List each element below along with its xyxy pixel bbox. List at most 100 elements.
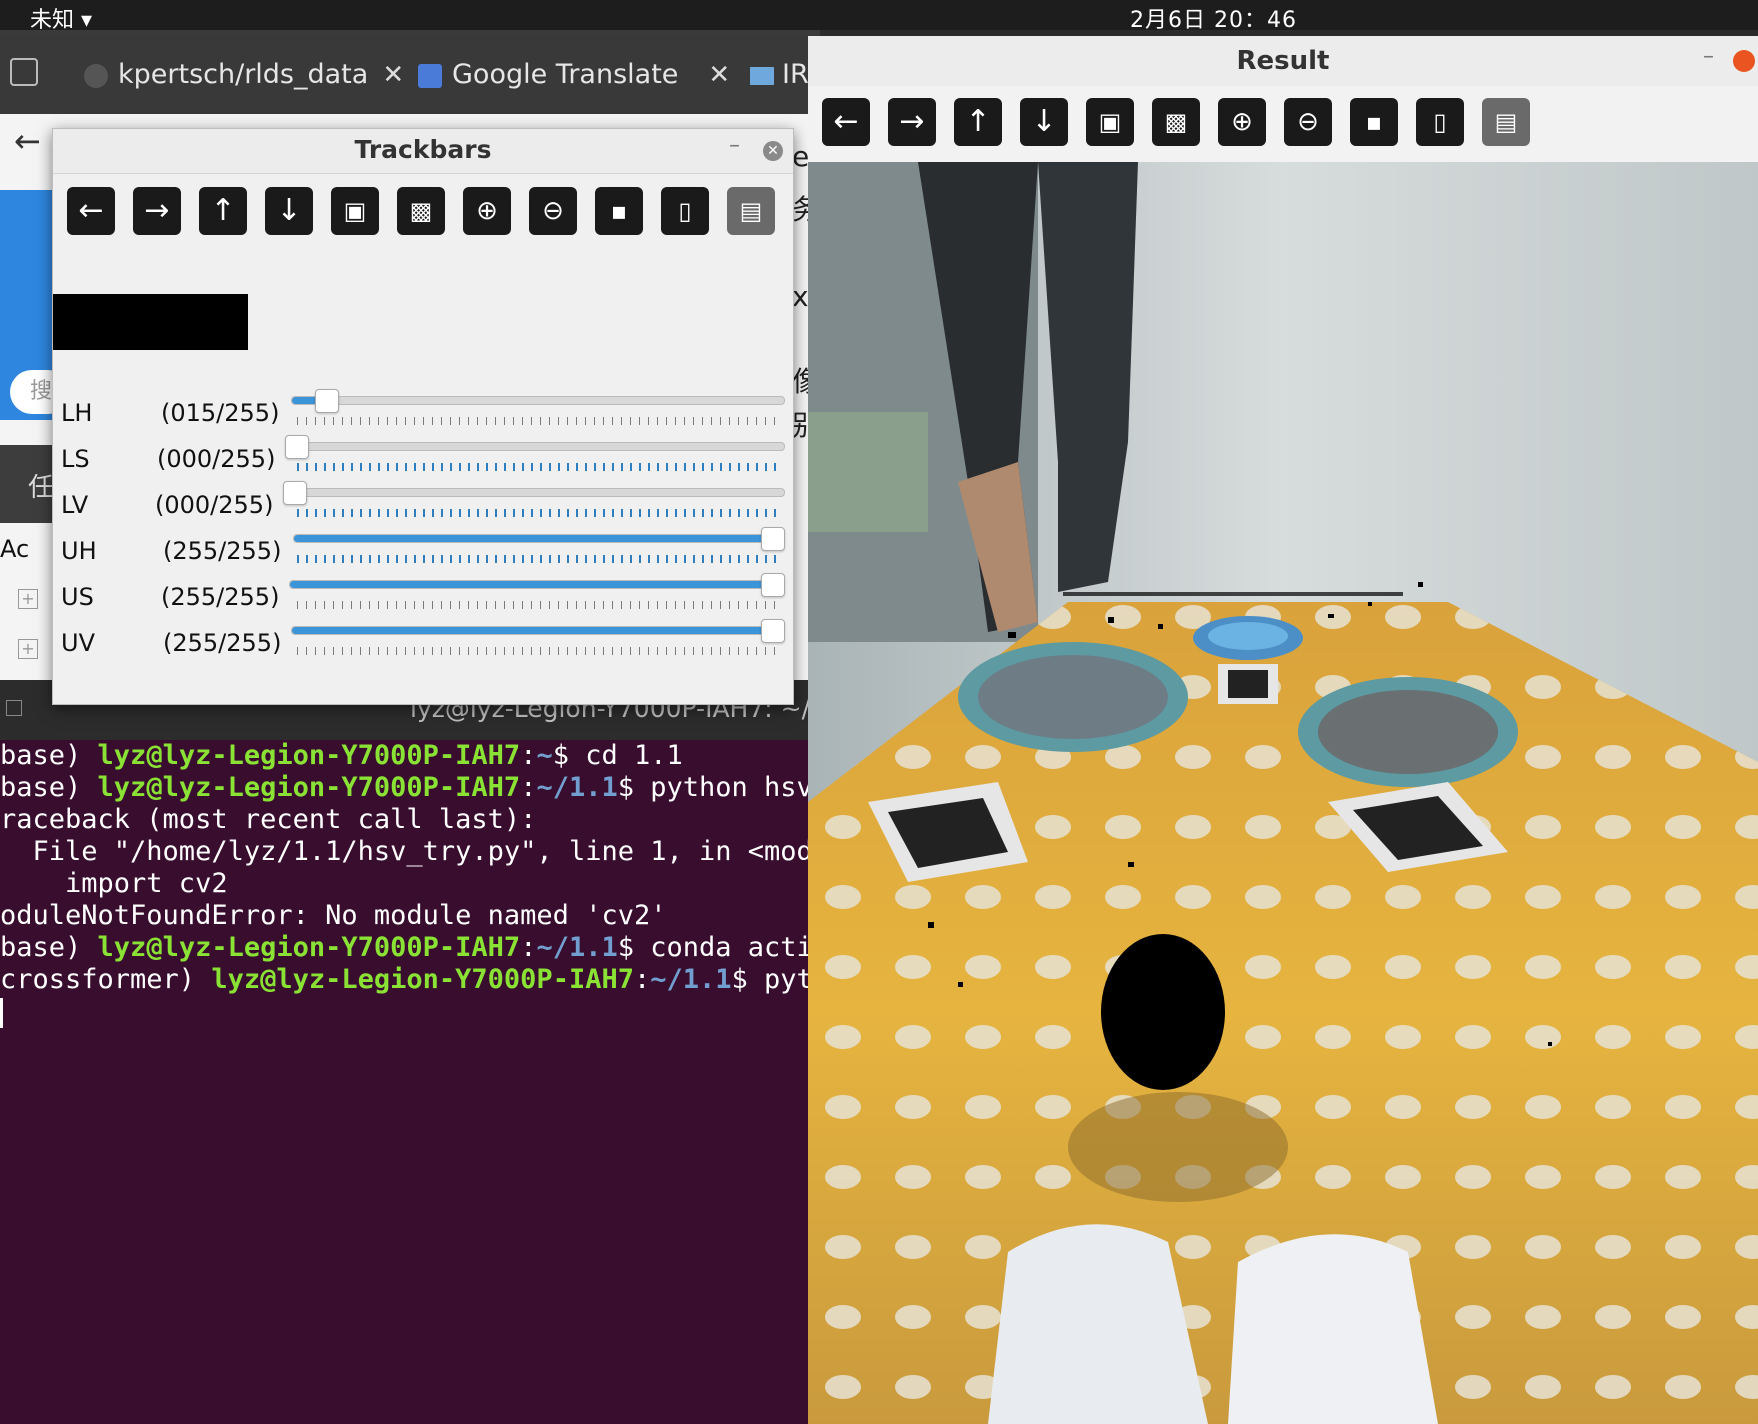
tab-label: IR bbox=[782, 59, 809, 90]
slider-track[interactable] bbox=[291, 626, 785, 635]
tab-rlds-data[interactable]: kpertsch/rlds_data ✕ bbox=[84, 36, 404, 114]
slider-track[interactable] bbox=[287, 488, 785, 497]
slider-ticks bbox=[297, 601, 783, 609]
slider-row-lh: LH (015/255) bbox=[53, 387, 793, 433]
result-toolbar: ← → ↑ ↓ ▣ ▩ ⊕ ⊖ ▪ ▯ ▤ bbox=[808, 86, 1758, 162]
save-icon[interactable]: ▪ bbox=[595, 187, 643, 235]
slider-handle[interactable] bbox=[315, 389, 339, 413]
image-icon[interactable]: ▣ bbox=[1086, 98, 1134, 146]
slider-ticks bbox=[297, 555, 783, 563]
save-icon[interactable]: ▪ bbox=[1350, 98, 1398, 146]
slider-handle[interactable] bbox=[761, 573, 785, 597]
clock[interactable]: 2月6日 20：46 bbox=[1130, 2, 1297, 34]
translate-icon bbox=[418, 63, 442, 88]
terminal-cursor bbox=[0, 998, 3, 1028]
arrow-up-icon[interactable]: ↑ bbox=[954, 98, 1002, 146]
terminal-line: base) lyz@lyz-Legion-Y7000P-IAH7:~/1.1$ … bbox=[0, 932, 820, 963]
system-top-bar: 未知 ▾ 2月6日 20：46 bbox=[0, 0, 1758, 33]
terminal-output: base) lyz@lyz-Legion-Y7000P-IAH7:~$ cd 1… bbox=[0, 740, 820, 1040]
window-title: Trackbars bbox=[354, 135, 492, 164]
arrow-down-icon[interactable]: ↓ bbox=[1020, 98, 1068, 146]
slider-row-ls: LS (000/255) bbox=[53, 433, 793, 479]
result-titlebar[interactable]: Result – bbox=[808, 36, 1758, 86]
arrow-up-icon[interactable]: ↑ bbox=[199, 187, 247, 235]
slider-value: (015/255) bbox=[161, 399, 280, 427]
slider-row-uh: UH (255/255) bbox=[53, 525, 793, 571]
slider-value: (000/255) bbox=[155, 491, 274, 519]
arrow-left-icon[interactable]: ← bbox=[67, 187, 115, 235]
slider-ticks bbox=[297, 509, 783, 517]
camera-image[interactable] bbox=[808, 162, 1758, 1424]
slider-track[interactable] bbox=[293, 534, 785, 543]
clipboard-icon[interactable]: ▯ bbox=[1416, 98, 1464, 146]
arrow-right-icon[interactable]: → bbox=[133, 187, 181, 235]
image-icon[interactable]: ▣ bbox=[331, 187, 379, 235]
slider-handle[interactable] bbox=[285, 435, 309, 459]
window-title: Result bbox=[1236, 46, 1330, 76]
slider-ticks bbox=[297, 417, 783, 425]
terminal-line: import cv2 bbox=[0, 868, 228, 899]
trackbars-window[interactable]: Trackbars – ✕ ← → ↑ ↓ ▣ ▩ ⊕ ⊖ ▪ ▯ ▤ LH (… bbox=[52, 128, 794, 705]
slider-handle[interactable] bbox=[283, 481, 307, 505]
slider-track[interactable] bbox=[289, 580, 785, 589]
terminal-line: crossformer) lyz@lyz-Legion-Y7000P-IAH7:… bbox=[0, 964, 820, 995]
zoom-out-icon[interactable]: ⊖ bbox=[529, 187, 577, 235]
slider-value: (000/255) bbox=[157, 445, 276, 473]
tab-overview-icon[interactable] bbox=[10, 58, 38, 86]
slider-value: (255/255) bbox=[163, 537, 282, 565]
browser-tab-bar: kpertsch/rlds_data ✕ Google Translate ✕ IR bbox=[0, 36, 820, 114]
clipboard-icon[interactable]: ▯ bbox=[661, 187, 709, 235]
slider-handle[interactable] bbox=[761, 527, 785, 551]
color-preview-box bbox=[53, 294, 248, 350]
page-banner: 搜 bbox=[0, 190, 70, 420]
slider-row-lv: LV (000/255) bbox=[53, 479, 793, 525]
image-search-icon[interactable]: ▩ bbox=[397, 187, 445, 235]
paint-roller-icon[interactable]: ▤ bbox=[727, 187, 775, 235]
terminal-line: base) lyz@lyz-Legion-Y7000P-IAH7:~$ cd 1… bbox=[0, 740, 683, 771]
zoom-in-icon[interactable]: ⊕ bbox=[463, 187, 511, 235]
tree-root-label[interactable]: Ac bbox=[0, 535, 29, 563]
slider-fill bbox=[292, 627, 776, 634]
back-button[interactable]: ← bbox=[14, 122, 41, 160]
arrow-left-icon[interactable]: ← bbox=[822, 98, 870, 146]
image-search-icon[interactable]: ▩ bbox=[1152, 98, 1200, 146]
expand-icon[interactable]: + bbox=[18, 639, 38, 659]
tab-label: Google Translate bbox=[452, 59, 679, 90]
arrow-down-icon[interactable]: ↓ bbox=[265, 187, 313, 235]
terminal-icon bbox=[6, 700, 22, 716]
expand-icon[interactable]: + bbox=[18, 589, 38, 609]
terminal-line: File "/home/lyz/1.1/hsv_try.py", line 1,… bbox=[0, 836, 821, 867]
minimize-button[interactable]: – bbox=[1703, 44, 1714, 69]
slider-ticks bbox=[297, 647, 783, 655]
terminal-line: oduleNotFoundError: No module named 'cv2… bbox=[0, 900, 667, 931]
close-button[interactable] bbox=[1733, 50, 1755, 72]
tab-google-translate[interactable]: Google Translate ✕ bbox=[418, 36, 730, 114]
tab-ir[interactable]: IR bbox=[750, 36, 809, 114]
terminal-line: raceback (most recent call last): bbox=[0, 804, 537, 835]
paint-roller-icon[interactable]: ▤ bbox=[1482, 98, 1530, 146]
close-tab-icon[interactable]: ✕ bbox=[708, 60, 730, 90]
arrow-right-icon[interactable]: → bbox=[888, 98, 936, 146]
slider-handle[interactable] bbox=[761, 619, 785, 643]
zoom-in-icon[interactable]: ⊕ bbox=[1218, 98, 1266, 146]
result-window[interactable]: Result – ← → ↑ ↓ ▣ ▩ ⊕ ⊖ ▪ ▯ ▤ bbox=[808, 36, 1758, 1424]
slider-name: US bbox=[61, 583, 94, 611]
slider-name: LV bbox=[61, 491, 89, 519]
laptop-icon bbox=[750, 66, 774, 85]
trackbars-titlebar[interactable]: Trackbars – ✕ bbox=[53, 129, 793, 174]
github-icon bbox=[84, 63, 108, 88]
page-nav-strip: 任 bbox=[0, 445, 60, 523]
slider-name: LS bbox=[61, 445, 90, 473]
minimize-button[interactable]: – bbox=[729, 133, 740, 158]
slider-row-uv: UV (255/255) bbox=[53, 617, 793, 663]
zoom-out-icon[interactable]: ⊖ bbox=[1284, 98, 1332, 146]
slider-row-us: US (255/255) bbox=[53, 571, 793, 617]
close-tab-icon[interactable]: ✕ bbox=[382, 60, 404, 90]
slider-track[interactable] bbox=[289, 442, 785, 451]
slider-value: (255/255) bbox=[161, 583, 280, 611]
slider-fill bbox=[290, 581, 776, 588]
slider-track[interactable] bbox=[291, 396, 785, 405]
camera-scene bbox=[808, 162, 1758, 1424]
slider-name: UH bbox=[61, 537, 97, 565]
close-button[interactable]: ✕ bbox=[763, 141, 783, 161]
